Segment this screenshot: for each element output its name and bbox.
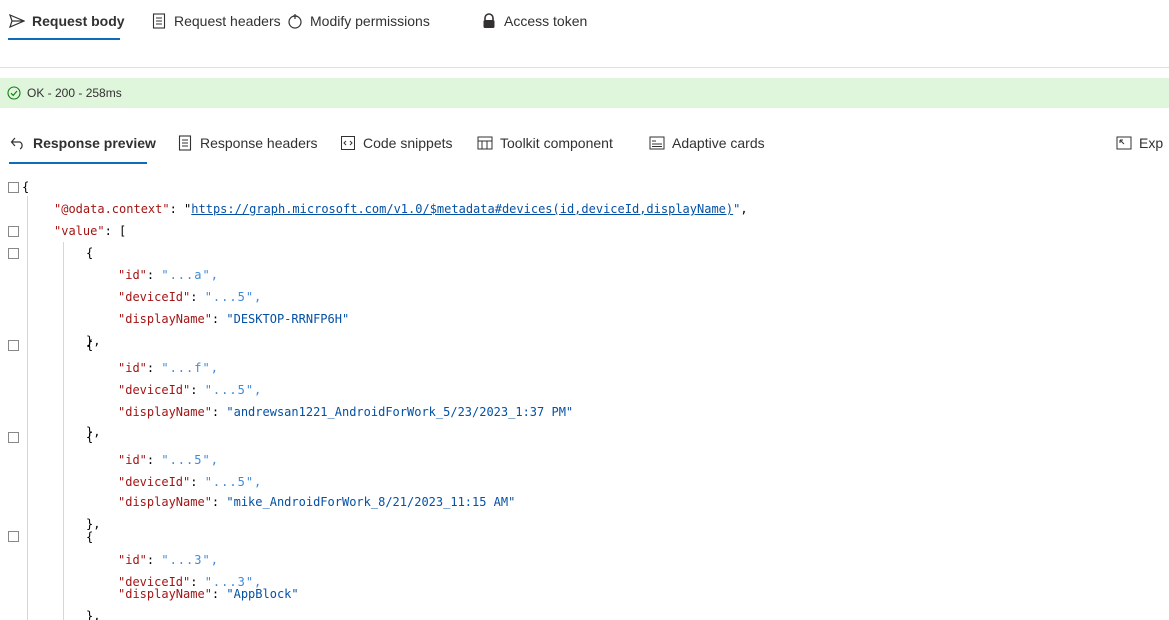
display-name-value: "mike_AndroidForWork_8/21/2023_11:15 AM" bbox=[226, 495, 516, 509]
json-displayname-line: "displayName": "AppBlock" bbox=[118, 587, 299, 601]
json-object-close: }, bbox=[86, 609, 101, 620]
fold-toggle[interactable] bbox=[8, 182, 19, 193]
redacted-value: "...f", bbox=[161, 361, 219, 375]
tab-toolkit-component[interactable]: Toolkit component bbox=[476, 122, 613, 164]
indent-guide bbox=[27, 196, 28, 620]
json-object-open: { bbox=[86, 246, 94, 260]
fold-toggle[interactable] bbox=[8, 432, 19, 443]
json-object-open: { bbox=[86, 338, 94, 352]
redacted-value: "...3", bbox=[161, 553, 219, 567]
permissions-icon bbox=[286, 12, 304, 30]
expand-icon bbox=[1115, 134, 1133, 152]
code-icon bbox=[339, 134, 357, 152]
json-deviceid-line: "deviceId": "...5", bbox=[118, 383, 263, 397]
json-value-line: "value": [ bbox=[54, 224, 127, 238]
lock-icon bbox=[480, 12, 498, 30]
display-name-value: "andrewsan1221_AndroidForWork_5/23/2023_… bbox=[226, 405, 574, 419]
tab-label: Adaptive cards bbox=[672, 135, 765, 151]
json-displayname-line: "displayName": "mike_AndroidForWork_8/21… bbox=[118, 495, 516, 509]
tab-label: Request headers bbox=[174, 13, 281, 29]
redacted-value: "...5", bbox=[204, 475, 263, 489]
json-id-line: "id": "...a", bbox=[118, 268, 219, 282]
tab-response-headers[interactable]: Response headers bbox=[176, 122, 318, 164]
tab-access-token[interactable]: Access token bbox=[480, 0, 587, 42]
json-id-line: "id": "...5", bbox=[118, 453, 219, 467]
tab-label: Toolkit component bbox=[500, 135, 613, 151]
toolkit-icon bbox=[476, 134, 494, 152]
redacted-value: "...5", bbox=[204, 383, 263, 397]
tab-label: Response headers bbox=[200, 135, 318, 151]
redacted-value: "...5", bbox=[161, 453, 219, 467]
redacted-value: "...5", bbox=[204, 290, 263, 304]
document-icon bbox=[176, 134, 194, 152]
preview-icon bbox=[9, 134, 27, 152]
tab-adaptive-cards[interactable]: Adaptive cards bbox=[648, 122, 765, 164]
request-tabs: Request body Request headers Modify perm… bbox=[0, 0, 1169, 52]
response-tabs: Response preview Response headers Code s… bbox=[0, 122, 1169, 174]
json-id-line: "id": "...f", bbox=[118, 361, 219, 375]
json-id-line: "id": "...3", bbox=[118, 553, 219, 567]
tab-code-snippets[interactable]: Code snippets bbox=[339, 122, 453, 164]
tab-response-preview[interactable]: Response preview bbox=[9, 122, 156, 164]
display-name-value: "AppBlock" bbox=[226, 587, 299, 601]
send-icon bbox=[8, 12, 26, 30]
fold-toggle[interactable] bbox=[8, 226, 19, 237]
fold-toggle[interactable] bbox=[8, 248, 19, 259]
json-deviceid-line: "deviceId": "...5", bbox=[118, 475, 263, 489]
fold-toggle[interactable] bbox=[8, 340, 19, 351]
active-tab-indicator bbox=[8, 38, 120, 40]
json-response-viewer[interactable]: { "@odata.context": "https://graph.micro… bbox=[0, 176, 1169, 620]
tab-expand[interactable]: Exp bbox=[1115, 122, 1163, 164]
divider bbox=[0, 67, 1169, 68]
json-displayname-line: "displayName": "DESKTOP-RRNFP6H" bbox=[118, 312, 350, 326]
check-circle-icon bbox=[7, 86, 21, 100]
tab-label: Exp bbox=[1139, 135, 1164, 151]
tab-modify-permissions[interactable]: Modify permissions bbox=[286, 0, 430, 42]
document-icon bbox=[150, 12, 168, 30]
json-displayname-line: "displayName": "andrewsan1221_AndroidFor… bbox=[118, 405, 574, 419]
tab-label: Modify permissions bbox=[310, 13, 430, 29]
display-name-value: "DESKTOP-RRNFP6H" bbox=[226, 312, 350, 326]
status-bar: OK - 200 - 258ms bbox=[0, 78, 1169, 108]
json-open-brace: { bbox=[22, 180, 30, 194]
indent-guide bbox=[63, 242, 64, 620]
card-icon bbox=[648, 134, 666, 152]
json-object-open: { bbox=[86, 430, 94, 444]
tab-label: Access token bbox=[504, 13, 588, 29]
json-object-open: { bbox=[86, 530, 94, 544]
tab-request-headers[interactable]: Request headers bbox=[150, 0, 281, 42]
json-deviceid-line: "deviceId": "...5", bbox=[118, 290, 263, 304]
json-key: "@odata.context" bbox=[54, 202, 170, 216]
active-tab-indicator bbox=[9, 162, 147, 164]
tab-label: Request body bbox=[32, 13, 125, 29]
context-link[interactable]: https://graph.microsoft.com/v1.0/$metada… bbox=[191, 202, 733, 216]
json-context-line: "@odata.context": "https://graph.microso… bbox=[54, 202, 748, 216]
redacted-value: "...a", bbox=[161, 268, 219, 282]
status-text: OK - 200 - 258ms bbox=[27, 86, 122, 100]
fold-toggle[interactable] bbox=[8, 531, 19, 542]
tab-request-body[interactable]: Request body bbox=[8, 0, 125, 42]
json-key: "value" bbox=[54, 224, 105, 238]
tab-label: Code snippets bbox=[363, 135, 453, 151]
tab-label: Response preview bbox=[33, 135, 156, 151]
